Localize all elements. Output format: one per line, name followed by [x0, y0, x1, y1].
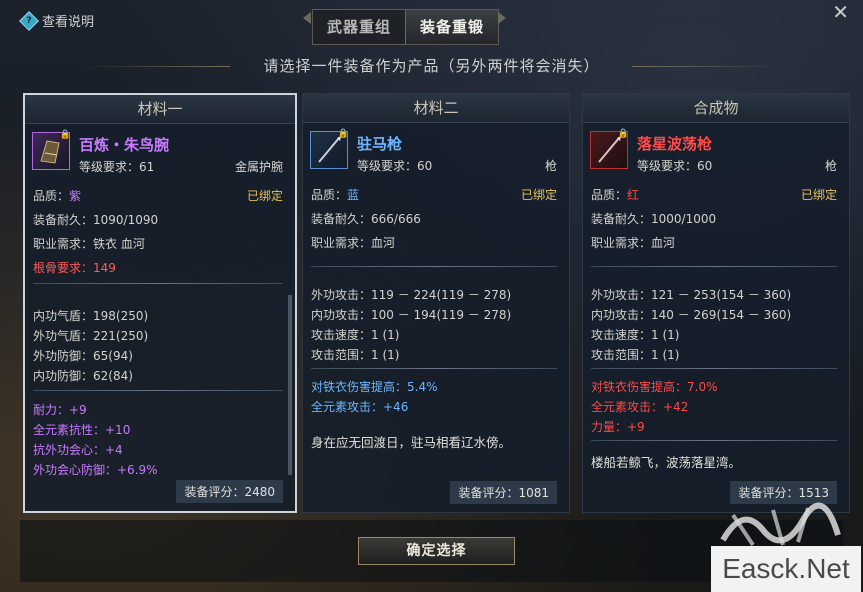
durability: 装备耐久：666/666 — [311, 212, 421, 226]
subtitle-divider-right — [632, 66, 782, 67]
durability: 装备耐久：1000/1000 — [591, 212, 717, 226]
extra-stat: 对铁衣伤害提高：5.4% — [311, 380, 438, 394]
stat-line: 攻击范围：1 (1) — [591, 348, 680, 362]
stat-line: 内功防御：62(84) — [33, 369, 133, 383]
job-requirement: 职业需求：铁衣 血河 — [33, 237, 145, 251]
bound-status: 已绑定 — [246, 189, 283, 203]
close-button[interactable]: ✕ — [832, 0, 849, 24]
extra-stat: 全元素攻击：+46 — [311, 400, 409, 414]
job-requirement: 职业需求：血河 — [591, 236, 676, 250]
panel-header: 合成物 — [583, 94, 849, 123]
quality-line: 品质：紫 — [33, 189, 82, 203]
equipment-score: 装备评分：1081 — [450, 481, 557, 504]
stat-line: 内功气盾：198(250) — [33, 309, 149, 323]
stat-line: 攻击速度：1 (1) — [591, 328, 680, 342]
spear-icon: 🔒 — [310, 129, 349, 169]
extra-stat: 全元素抗性：+10 — [33, 423, 131, 437]
item-type: 枪 — [824, 159, 837, 173]
stat-line: 攻击范围：1 (1) — [311, 348, 400, 362]
extra-stat: 对铁衣伤害提高：7.0% — [591, 380, 718, 394]
item-type: 枪 — [544, 159, 557, 173]
stat-line: 内功攻击：140 － 269(154 － 360) — [591, 308, 792, 322]
extra-stat: 全元素攻击：+42 — [591, 400, 689, 414]
lock-icon: 🔒 — [337, 129, 349, 139]
tab-equipment-reforge[interactable]: 装备重锻 — [405, 10, 499, 44]
stat-line: 外功气盾：221(250) — [33, 329, 149, 343]
bracer-icon: 🔒 — [32, 130, 71, 170]
material-one-panel[interactable]: 材料一 🔒 百炼・朱鸟腕 等级要求：61 金属护腕 品质：紫 已绑定 装备耐久：… — [23, 93, 297, 513]
item-name: 百炼・朱鸟腕 — [79, 136, 170, 154]
divider — [591, 440, 837, 441]
job-requirement: 职业需求：血河 — [311, 236, 396, 250]
stat-line: 外功防御：65(94) — [33, 349, 133, 363]
divider — [591, 368, 837, 369]
spear-icon: 🔒 — [590, 129, 629, 169]
scrollbar[interactable] — [288, 295, 292, 475]
panel-header: 材料二 — [303, 94, 569, 123]
panel-header: 材料一 — [25, 95, 295, 124]
confirm-select-button[interactable]: 确定选择 — [358, 537, 515, 565]
quality-line: 品质：红 — [591, 188, 640, 202]
divider — [33, 283, 283, 284]
lock-icon: 🔒 — [617, 129, 629, 139]
item-name: 落星波荡枪 — [637, 135, 713, 153]
bone-requirement: 根骨要求：149 — [33, 261, 116, 275]
extra-stat: 耐力：+9 — [33, 403, 87, 417]
extra-stat: 力量：+9 — [591, 420, 645, 434]
durability: 装备耐久：1090/1090 — [33, 213, 159, 227]
stat-line: 外功攻击：119 － 224(119 － 278) — [311, 288, 512, 302]
tab-right-arrow-icon — [498, 12, 506, 24]
stat-line: 外功攻击：121 － 253(154 － 360) — [591, 288, 792, 302]
item-type: 金属护腕 — [234, 160, 283, 174]
level-requirement: 等级要求：61 — [79, 160, 155, 174]
help-label: 查看说明 — [42, 15, 95, 30]
level-requirement: 等级要求：60 — [637, 159, 713, 173]
help-icon: ? — [19, 10, 39, 31]
extra-stat: 抗外功会心：+4 — [33, 443, 123, 457]
tab-left-arrow-icon — [303, 12, 311, 24]
stat-line: 内功攻击：100 － 194(119 － 278) — [311, 308, 512, 322]
help-link[interactable]: ? 查看说明 — [19, 10, 95, 31]
bound-status: 已绑定 — [800, 188, 837, 202]
tab-bar: 武器重组 装备重锻 — [312, 9, 500, 45]
equipment-score: 装备评分：2480 — [176, 480, 283, 503]
calligraphy-logo-icon — [720, 502, 841, 547]
flavor-text: 楼船若鲸飞，波荡落星湾。 — [591, 455, 742, 470]
flavor-text: 身在应无回渡日，驻马相看辽水傍。 — [311, 435, 512, 450]
product-panel[interactable]: 合成物 🔒 落星波荡枪 等级要求：60 枪 品质：红 已绑定 装备耐久：1000… — [582, 93, 850, 513]
divider — [311, 266, 557, 267]
material-two-panel[interactable]: 材料二 🔒 驻马枪 等级要求：60 枪 品质：蓝 已绑定 装备耐久：666/66… — [302, 93, 570, 513]
level-requirement: 等级要求：60 — [357, 159, 433, 173]
item-name: 驻马枪 — [357, 135, 403, 153]
divider — [311, 368, 557, 369]
stat-line: 攻击速度：1 (1) — [311, 328, 400, 342]
tab-weapon-reassemble[interactable]: 武器重组 — [313, 10, 405, 44]
lock-icon: 🔒 — [59, 130, 71, 140]
watermark: Easck.Net — [711, 546, 861, 592]
extra-stat: 外功会心防御：+6.9% — [33, 463, 158, 477]
divider — [591, 266, 837, 267]
quality-line: 品质：蓝 — [311, 188, 360, 202]
bound-status: 已绑定 — [520, 188, 557, 202]
divider — [33, 390, 283, 391]
